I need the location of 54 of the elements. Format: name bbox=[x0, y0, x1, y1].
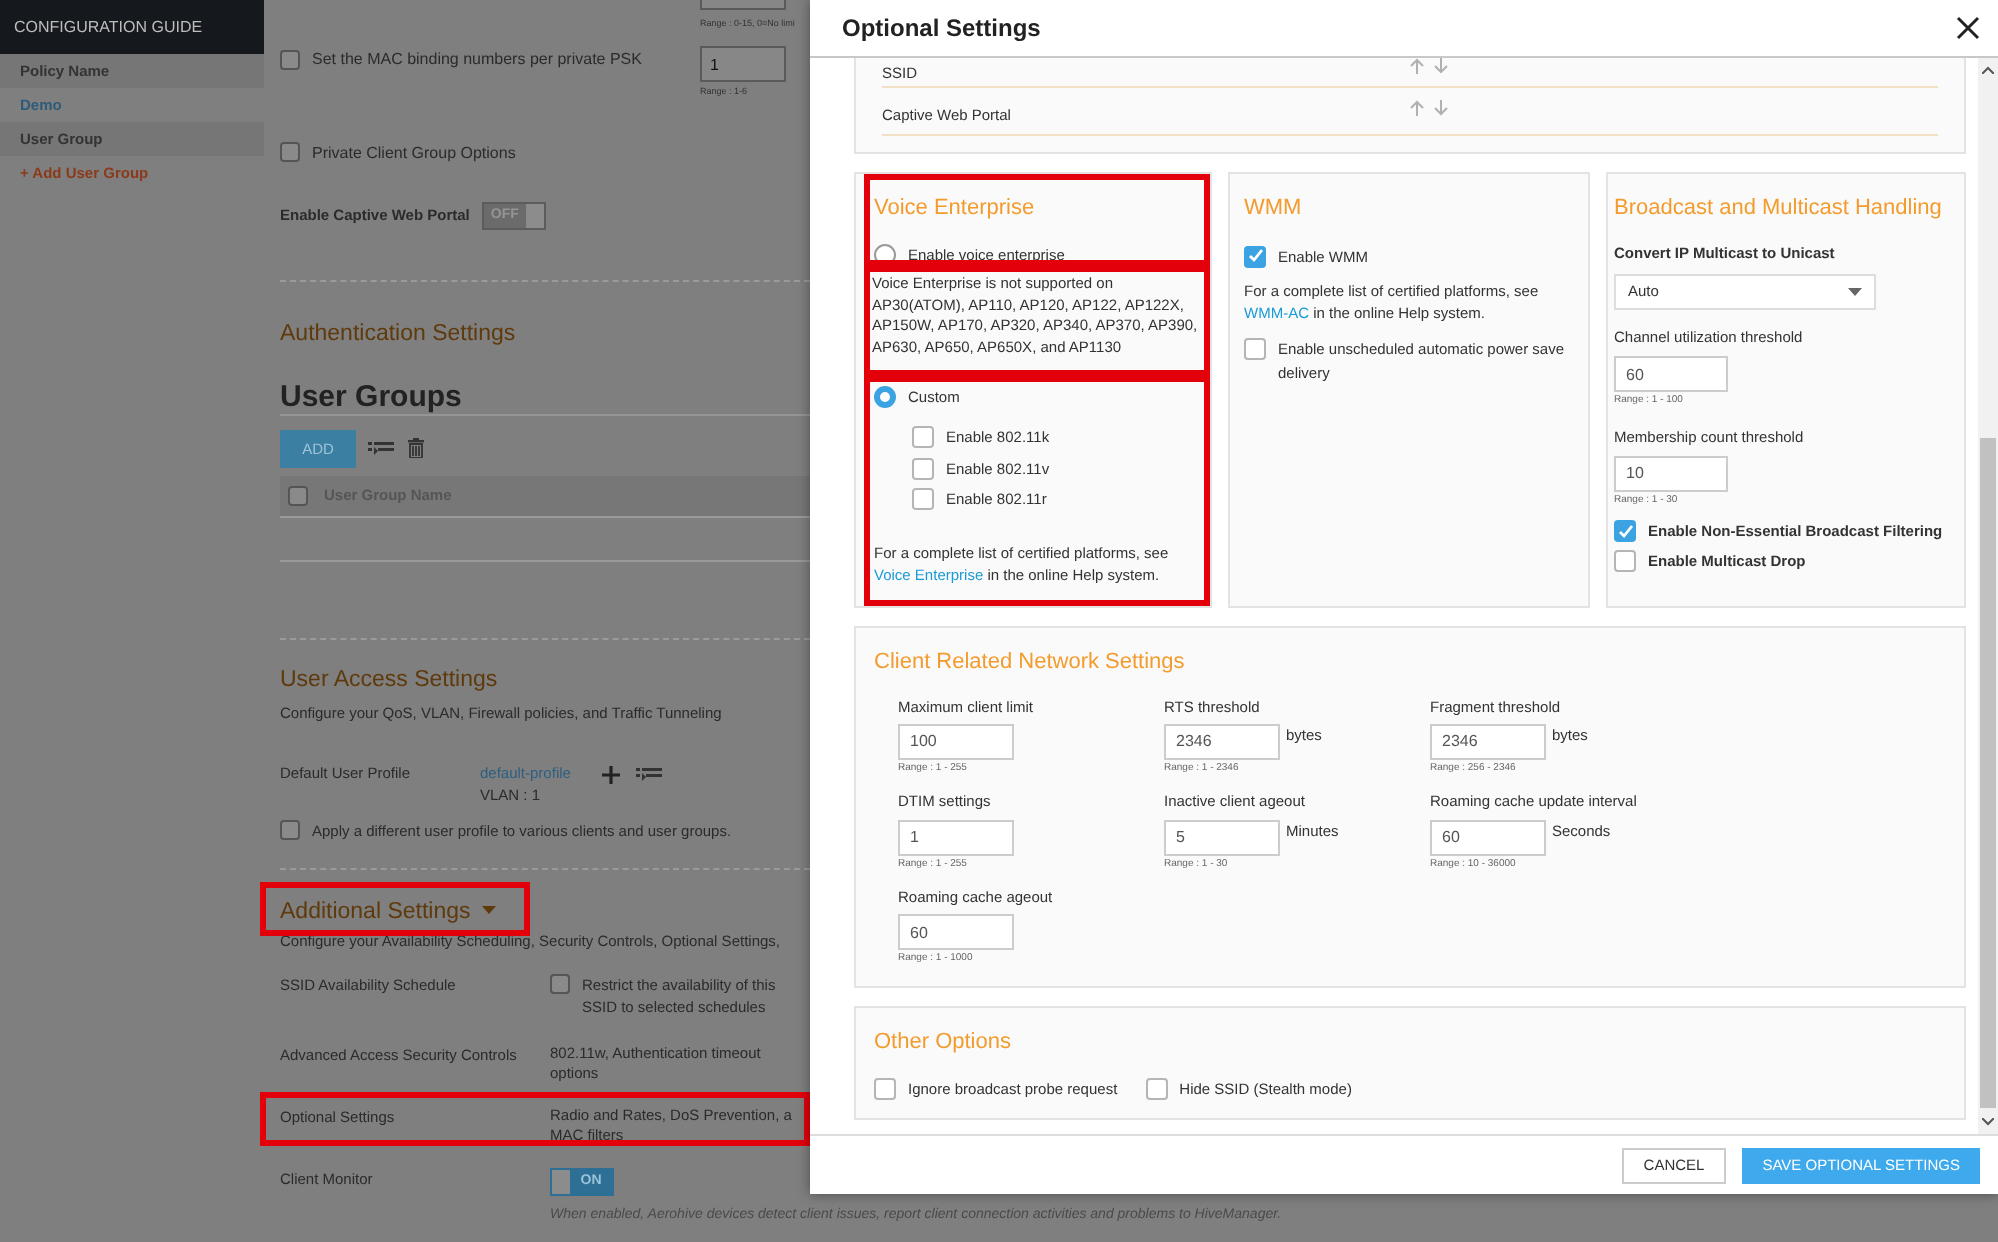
checkbox[interactable] bbox=[1244, 337, 1266, 359]
input-field[interactable]: 60 bbox=[1430, 819, 1546, 855]
section-title: Additional Settings bbox=[280, 898, 471, 928]
section-title: WMM bbox=[1244, 194, 1304, 224]
section-title: Client Related Network Settings bbox=[874, 648, 1187, 678]
trash-icon[interactable] bbox=[408, 438, 424, 458]
checkbox[interactable] bbox=[1145, 1077, 1168, 1100]
close-icon[interactable] bbox=[1956, 16, 1980, 40]
scrollbar-thumb[interactable] bbox=[1980, 438, 1996, 1108]
checkbox[interactable] bbox=[874, 1077, 896, 1100]
checkbox[interactable] bbox=[1244, 245, 1266, 267]
checkbox[interactable] bbox=[912, 457, 934, 480]
input-field[interactable]: 60 bbox=[1614, 356, 1728, 392]
input-field[interactable]: 100 bbox=[898, 723, 1014, 760]
sidebar-header: CONFIGURATION GUIDE bbox=[0, 0, 264, 54]
caret-icon[interactable] bbox=[482, 906, 497, 914]
plus-icon[interactable] bbox=[602, 766, 621, 784]
scroll-up-icon[interactable] bbox=[1982, 66, 1994, 74]
radio-button[interactable] bbox=[874, 386, 896, 409]
checkbox[interactable] bbox=[288, 486, 308, 506]
dialog-title: Optional Settings bbox=[842, 12, 1041, 46]
input-field[interactable]: 2346 bbox=[1430, 723, 1546, 760]
input-field[interactable]: 1 bbox=[700, 46, 786, 82]
input-field[interactable]: 10 bbox=[1614, 455, 1728, 492]
up-arrow-icon[interactable] bbox=[1410, 58, 1424, 74]
checkbox[interactable] bbox=[912, 487, 934, 510]
scroll-down-icon[interactable] bbox=[1982, 1118, 1994, 1126]
input-field[interactable]: 60 bbox=[898, 914, 1014, 951]
section-title: Broadcast and Multicast Handling bbox=[1614, 194, 1944, 224]
section-title: Voice Enterprise bbox=[874, 194, 1037, 224]
list-icon[interactable] bbox=[636, 766, 665, 782]
checkbox[interactable] bbox=[280, 50, 300, 70]
input-field[interactable]: 1 bbox=[898, 819, 1014, 855]
caret-icon bbox=[1848, 287, 1862, 296]
section-title: Other Options bbox=[874, 1028, 1013, 1058]
input-field[interactable]: 5 bbox=[1164, 819, 1280, 855]
scrollbar[interactable] bbox=[1978, 58, 1998, 1134]
checkbox[interactable] bbox=[1614, 550, 1636, 573]
input-field[interactable] bbox=[700, 0, 786, 10]
checkbox[interactable] bbox=[550, 974, 570, 994]
down-arrow-icon[interactable] bbox=[1434, 58, 1448, 74]
checkbox[interactable] bbox=[912, 426, 934, 449]
checkbox[interactable] bbox=[280, 142, 300, 162]
section-title: Authentication Settings bbox=[280, 322, 516, 346]
up-arrow-icon[interactable] bbox=[1410, 100, 1424, 116]
down-arrow-icon[interactable] bbox=[1434, 100, 1448, 116]
checkbox-label: Set the MAC binding numbers per private PSK bbox=[312, 48, 642, 72]
checkbox-label: Private Client Group Options bbox=[312, 142, 516, 166]
checkbox[interactable] bbox=[280, 820, 300, 840]
checkbox[interactable] bbox=[1614, 520, 1636, 543]
section-title: User Groups bbox=[280, 380, 462, 414]
input-field[interactable]: 2346 bbox=[1164, 723, 1280, 760]
list-icon[interactable] bbox=[368, 440, 396, 456]
section-title: User Access Settings bbox=[280, 666, 500, 696]
